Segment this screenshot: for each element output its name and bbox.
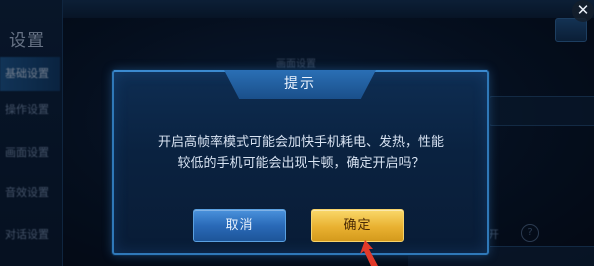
screen: 设置 基础设置 操作设置 画面设置 音效设置 对话设置 画面设置 开 ? ✕ 提…: [0, 0, 594, 266]
cancel-button[interactable]: 取消: [193, 209, 286, 242]
dialog-title: 提示: [284, 76, 316, 92]
red-arrow-icon: [360, 240, 378, 266]
dialog-message-line-1: 开启高帧率模式可能会加快手机耗电、发热，性能: [157, 135, 444, 150]
confirm-button[interactable]: 确定: [311, 209, 404, 242]
close-icon[interactable]: ✕: [572, 0, 594, 22]
dialog-message-line-2: 较低的手机可能会出现卡顿，确定开启吗？: [177, 156, 425, 171]
dialog-message: 开启高帧率模式可能会加快手机耗电、发热，性能 较低的手机可能会出现卡顿，确定开启…: [130, 132, 472, 174]
